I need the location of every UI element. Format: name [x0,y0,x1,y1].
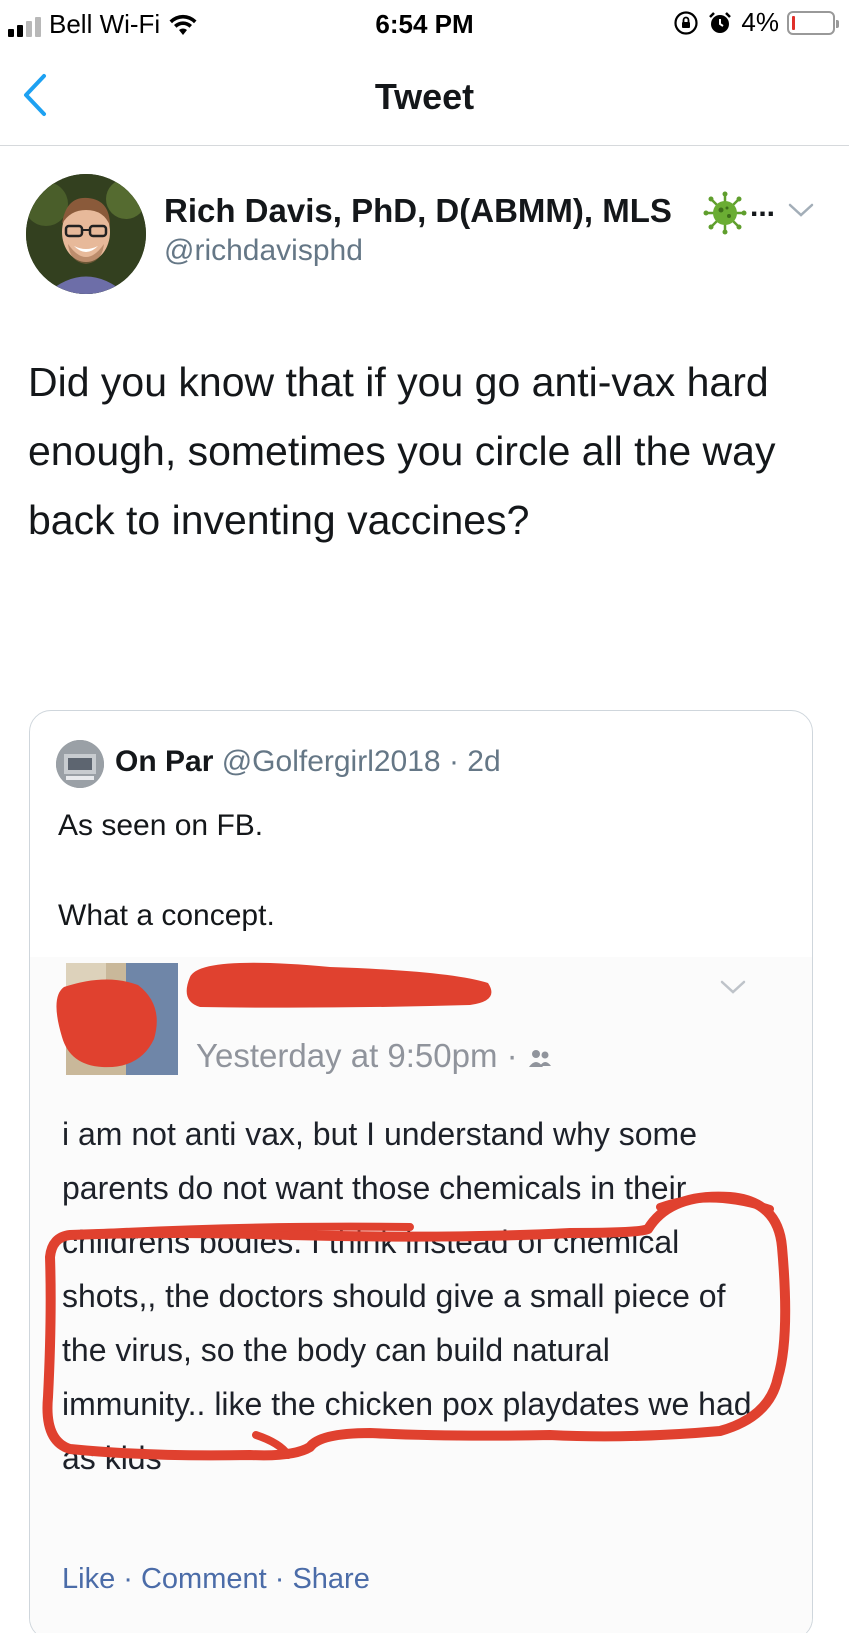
status-bar: Bell Wi-Fi 6:54 PM 4% [0,0,849,48]
battery-icon [787,10,839,35]
fb-timestamp: Yesterday at 9:50pm · [196,1037,553,1075]
friends-icon [528,1050,551,1067]
quoted-image[interactable]: Yesterday at 9:50pm · i am not anti vax,… [30,957,812,1633]
orientation-lock-icon [674,10,699,35]
avatar[interactable] [26,174,146,294]
fb-profile-photo [66,963,178,1075]
battery-percent: 4% [741,7,779,37]
fb-post-text: i am not anti vax, but I understand why … [62,1116,752,1476]
quoted-text-line2: What a concept. [58,899,275,932]
author-handle[interactable]: @richdavisphd [164,234,363,268]
quoted-header: On Par @Golfergirl2018 · 2d [115,745,501,779]
author-name[interactable]: Rich Davis, PhD, D(ABMM), MLS [164,192,672,230]
quoted-name[interactable]: On Par [115,745,213,778]
fb-timestamp-text: Yesterday at 9:50pm · [196,1037,518,1074]
chevron-down-icon[interactable] [787,200,815,220]
virus-emoji-icon [703,191,747,235]
quoted-handle-time: @Golfergirl2018 · 2d [221,745,501,778]
quoted-avatar [56,740,104,788]
fb-actions: Like · Comment · Share [62,1563,370,1595]
quoted-tweet-card[interactable]: On Par @Golfergirl2018 · 2d As seen on F… [29,710,813,1633]
fb-chevron-down-icon [720,980,746,994]
name-ellipsis: ... [750,190,776,223]
quoted-text-line1: As seen on FB. [58,809,264,842]
status-right: 4% [673,7,839,38]
tweet-text: Did you know that if you go anti-vax har… [28,359,776,543]
page-title: Tweet [374,76,475,117]
alarm-icon [709,11,732,33]
nav-bar: Tweet [0,48,849,146]
